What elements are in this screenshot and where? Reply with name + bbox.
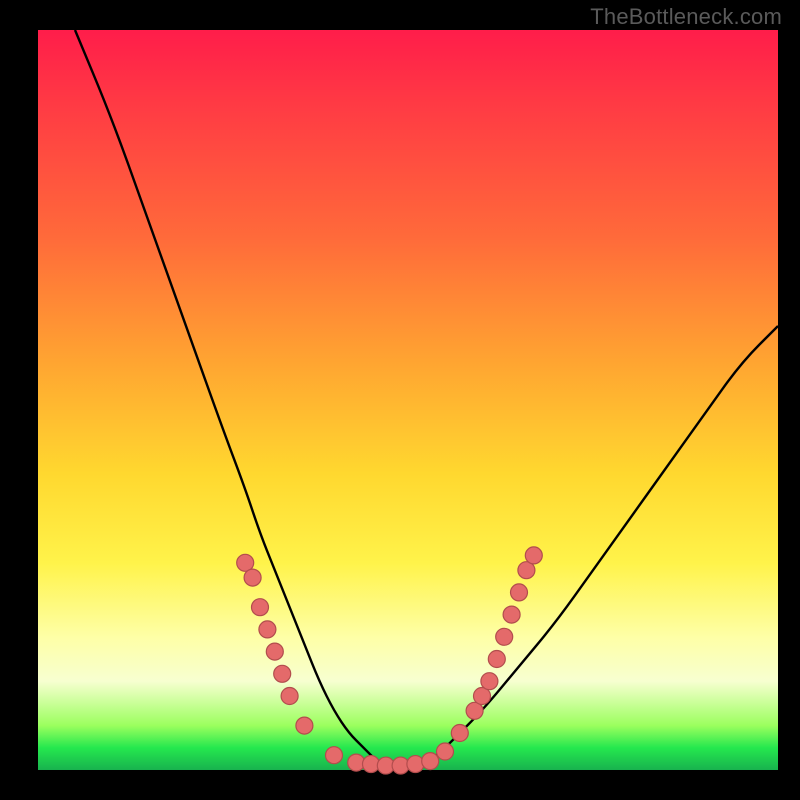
marker-group bbox=[237, 547, 543, 774]
data-marker bbox=[422, 753, 439, 770]
bottleneck-curve bbox=[75, 30, 778, 766]
data-marker bbox=[296, 717, 313, 734]
data-marker bbox=[503, 606, 520, 623]
watermark-text: TheBottleneck.com bbox=[590, 4, 782, 30]
data-marker bbox=[525, 547, 542, 564]
data-marker bbox=[407, 756, 424, 773]
curve-svg bbox=[38, 30, 778, 770]
data-marker bbox=[274, 665, 291, 682]
data-marker bbox=[244, 569, 261, 586]
data-marker bbox=[451, 725, 468, 742]
data-marker bbox=[511, 584, 528, 601]
data-marker bbox=[259, 621, 276, 638]
data-marker bbox=[281, 688, 298, 705]
data-marker bbox=[481, 673, 498, 690]
data-marker bbox=[488, 651, 505, 668]
chart-frame: TheBottleneck.com bbox=[0, 0, 800, 800]
data-marker bbox=[252, 599, 269, 616]
data-marker bbox=[496, 628, 513, 645]
data-marker bbox=[266, 643, 283, 660]
data-marker bbox=[326, 747, 343, 764]
data-marker bbox=[437, 743, 454, 760]
plot-area bbox=[38, 30, 778, 770]
